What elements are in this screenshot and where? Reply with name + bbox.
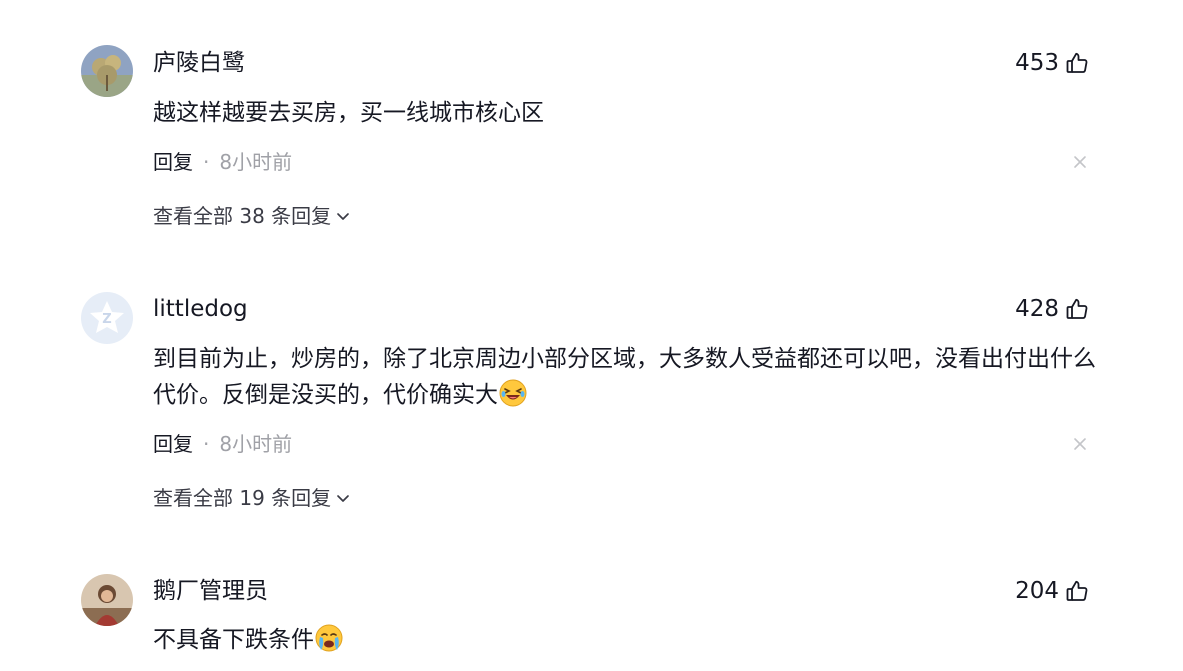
comment-text: 越这样越要去买房，买一线城市核心区 bbox=[153, 100, 544, 126]
comment-text: 到目前为止，炒房的，除了北京周边小部分区域，大多数人受益都还可以吧，没看出付出什… bbox=[153, 341, 1098, 413]
like-count: 428 bbox=[1015, 296, 1059, 322]
crying-emoji-icon bbox=[315, 624, 343, 652]
view-replies-label: 查看全部 38 条回复 bbox=[153, 204, 332, 228]
avatar[interactable]: Z bbox=[81, 292, 133, 344]
comment-meta: 回复 · 8小时前 bbox=[153, 430, 292, 458]
comment-text-body: 不具备下跌条件 bbox=[153, 627, 314, 653]
thumbs-up-icon bbox=[1065, 579, 1089, 603]
avatar[interactable] bbox=[81, 574, 133, 626]
laughing-crying-emoji-icon bbox=[499, 379, 527, 407]
chevron-down-icon bbox=[337, 213, 350, 220]
like-button[interactable]: 453 bbox=[1015, 48, 1089, 78]
meta-separator: · bbox=[203, 432, 210, 456]
thumbs-up-icon bbox=[1065, 297, 1089, 321]
like-count: 204 bbox=[1015, 578, 1059, 604]
chevron-down-icon bbox=[337, 495, 350, 502]
svg-text:Z: Z bbox=[102, 312, 111, 327]
comment-text: 不具备下跌条件 bbox=[153, 622, 1098, 658]
username[interactable]: 庐陵白鹭 bbox=[153, 48, 245, 78]
close-icon[interactable] bbox=[1072, 436, 1088, 452]
view-replies-button[interactable]: 查看全部 19 条回复 bbox=[153, 484, 351, 512]
username[interactable]: 鹅厂管理员 bbox=[153, 576, 268, 606]
timestamp: 8小时前 bbox=[219, 432, 293, 456]
thumbs-up-icon bbox=[1065, 51, 1089, 75]
comment-text-body: 到目前为止，炒房的，除了北京周边小部分区域，大多数人受益都还可以吧，没看出付出什… bbox=[153, 346, 1096, 408]
comment-meta: 回复 · 8小时前 bbox=[153, 148, 292, 176]
view-replies-label: 查看全部 19 条回复 bbox=[153, 486, 332, 510]
avatar[interactable] bbox=[81, 45, 133, 97]
view-replies-button[interactable]: 查看全部 38 条回复 bbox=[153, 202, 351, 230]
close-icon[interactable] bbox=[1072, 154, 1088, 170]
like-count: 453 bbox=[1015, 50, 1059, 76]
like-button[interactable]: 204 bbox=[1015, 576, 1089, 606]
reply-button[interactable]: 回复 bbox=[153, 430, 193, 458]
like-button[interactable]: 428 bbox=[1015, 294, 1089, 324]
username[interactable]: littledog bbox=[153, 294, 248, 324]
timestamp: 8小时前 bbox=[219, 150, 293, 174]
reply-button[interactable]: 回复 bbox=[153, 148, 193, 176]
meta-separator: · bbox=[203, 150, 210, 174]
